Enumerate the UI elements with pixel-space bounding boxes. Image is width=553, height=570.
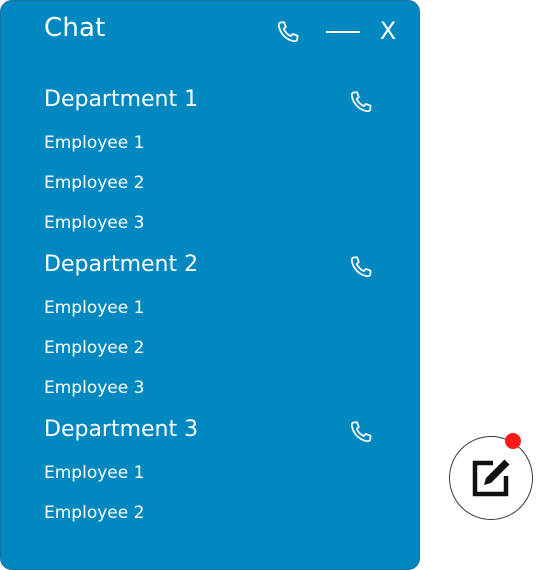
- department-call-button[interactable]: [345, 251, 377, 283]
- employee-item[interactable]: Employee 3: [44, 375, 144, 401]
- notification-badge: [505, 433, 521, 449]
- phone-icon: [350, 91, 372, 113]
- minimize-button[interactable]: [325, 18, 361, 46]
- compose-button[interactable]: [449, 436, 533, 520]
- employee-item[interactable]: Employee 1: [44, 130, 144, 156]
- phone-icon: [277, 21, 299, 43]
- header-call-button[interactable]: [273, 17, 303, 47]
- employee-item[interactable]: Employee 2: [44, 335, 144, 361]
- department-row[interactable]: Department 3: [1, 413, 419, 453]
- employee-item[interactable]: Employee 3: [44, 210, 144, 236]
- employee-item[interactable]: Employee 2: [44, 170, 144, 196]
- phone-icon: [350, 256, 372, 278]
- chat-title: Chat: [44, 13, 106, 43]
- department-label: Department 1: [44, 87, 199, 112]
- phone-icon: [350, 421, 372, 443]
- minimize-icon: [326, 31, 360, 33]
- department-call-button[interactable]: [345, 86, 377, 118]
- department-label: Department 2: [44, 252, 199, 277]
- department-label: Department 3: [44, 417, 199, 442]
- employee-item[interactable]: Employee 1: [44, 295, 144, 321]
- department-call-button[interactable]: [345, 416, 377, 448]
- close-button[interactable]: X: [375, 15, 401, 47]
- chat-panel: Chat X Department 1 Employee 1 Employee …: [0, 0, 420, 570]
- department-row[interactable]: Department 1: [1, 83, 419, 123]
- department-row[interactable]: Department 2: [1, 248, 419, 288]
- employee-item[interactable]: Employee 1: [44, 460, 144, 486]
- compose-icon: [472, 459, 510, 497]
- chat-header: Chat X: [1, 1, 419, 61]
- employee-item[interactable]: Employee 2: [44, 500, 144, 526]
